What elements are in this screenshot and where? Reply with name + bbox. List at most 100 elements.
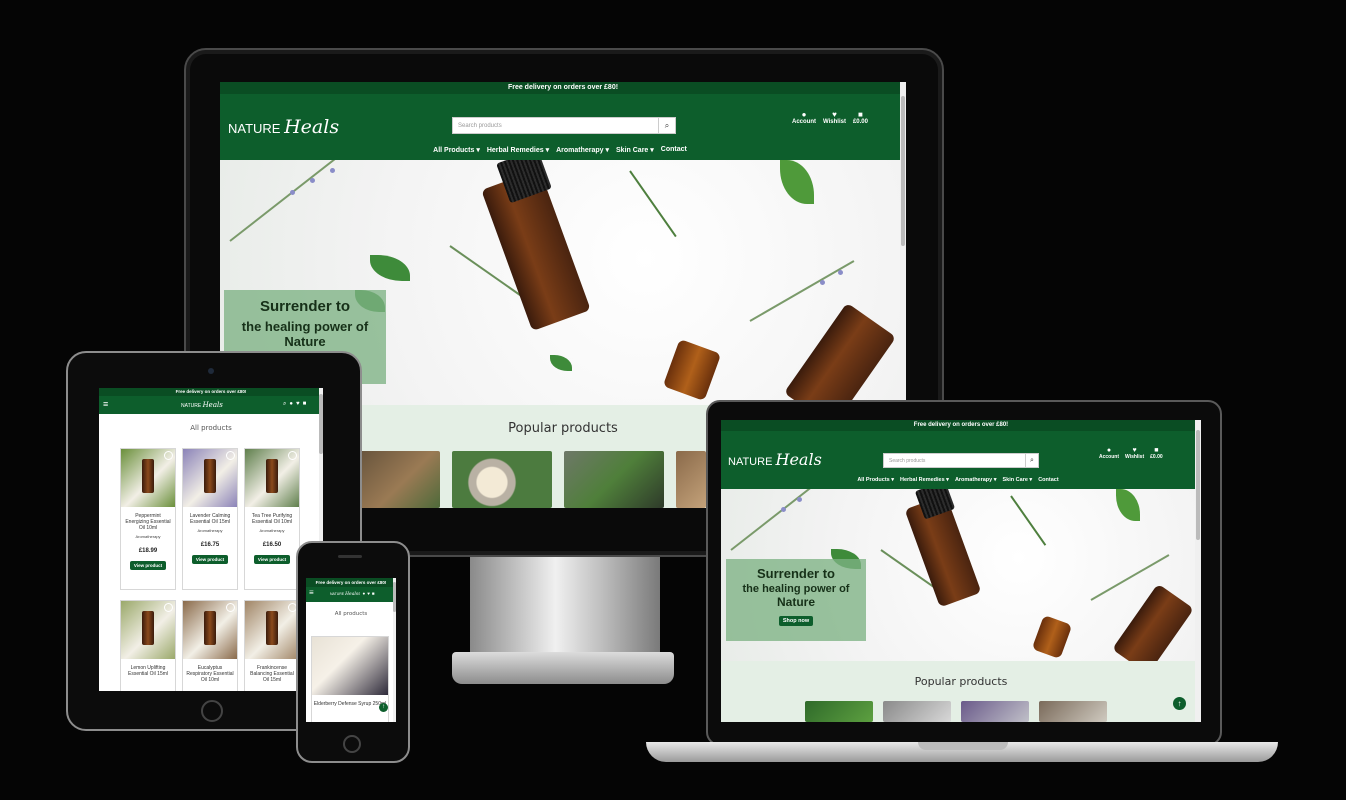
nav-skin-care[interactable]: Skin Care ▾ [616, 146, 654, 154]
heart-icon[interactable] [164, 451, 173, 460]
product-card[interactable]: Tea Tree Purifying Essential Oil 10ml Aro… [244, 448, 300, 590]
search-input[interactable]: Search products [453, 123, 658, 129]
nav-aromatherapy[interactable]: Aromatherapy ▾ [955, 477, 997, 483]
hero-section: Surrender to the healing power of Nature… [721, 489, 1201, 661]
product-card[interactable]: Peppermint Energizing Essential Oil 10ml… [120, 448, 176, 590]
product-card[interactable]: Lavender Calming Essential Oil 15ml Aroma… [182, 448, 238, 590]
bag-icon[interactable]: ■ [303, 401, 307, 408]
nav-skin-care[interactable]: Skin Care ▾ [1003, 477, 1033, 483]
small-amber-bottle [1031, 614, 1073, 660]
product-category: Aromatherapy [135, 534, 161, 539]
amber-bottle [783, 302, 897, 405]
wishlist-link[interactable]: ♥ Wishlist [823, 110, 846, 125]
search-icon[interactable]: ⌕ [283, 401, 286, 408]
user-icon[interactable]: ● [363, 591, 366, 596]
site-logo[interactable]: NATURE Heals [330, 592, 358, 597]
hero-line-1: Surrender to [259, 298, 350, 315]
product-thumb[interactable] [961, 701, 1029, 722]
product-thumb[interactable] [452, 451, 552, 508]
product-name: Elderberry Defense Syrup 250ml [313, 701, 387, 707]
arrow-up-icon[interactable]: ↑ [379, 703, 388, 712]
heart-icon[interactable] [226, 451, 235, 460]
tablet-camera [208, 368, 214, 374]
small-amber-bottle [662, 338, 722, 402]
user-icon[interactable]: ● [289, 401, 293, 408]
view-product-button[interactable]: View product [129, 561, 167, 570]
hamburger-icon[interactable]: ≡ [309, 588, 314, 597]
hamburger-icon[interactable]: ≡ [103, 399, 108, 409]
lavender-bud [290, 190, 295, 195]
search-bar[interactable]: Search products ⌕ [452, 117, 676, 134]
view-product-button[interactable]: View product [191, 555, 229, 564]
product-thumb[interactable] [1039, 701, 1107, 722]
product-card[interactable]: Elderberry Defense Syrup 250ml ↑ [311, 636, 389, 722]
nav-aromatherapy[interactable]: Aromatherapy ▾ [556, 146, 609, 154]
search-bar[interactable]: Search products ⌕ [883, 453, 1039, 468]
hero-line-1: Surrender to [756, 566, 835, 581]
bag-link[interactable]: ■ £0.00 [1150, 447, 1163, 460]
laptop-notch [918, 742, 1008, 750]
product-card[interactable]: Lemon Uplifting Essential Oil 15ml [120, 600, 176, 691]
lavender-bud [820, 280, 825, 285]
product-thumb[interactable] [676, 451, 706, 508]
main-nav: All Products ▾ Herbal Remedies ▾ Aromath… [220, 146, 900, 154]
product-image [183, 601, 237, 659]
user-icon: ● [1106, 447, 1112, 454]
wishlist-link[interactable]: ♥ Wishlist [1125, 447, 1144, 460]
logo-script: Heals [202, 401, 223, 409]
bag-icon[interactable]: ■ [372, 591, 375, 596]
heart-icon[interactable] [226, 603, 235, 612]
product-price: £18.99 [138, 548, 158, 554]
product-thumb[interactable] [564, 451, 664, 508]
arrow-up-icon[interactable]: ↑ [1173, 697, 1186, 710]
product-card[interactable]: Eucalyptus Respiratory Essential Oil 10m… [182, 600, 238, 691]
nav-contact[interactable]: Contact [661, 146, 687, 154]
product-category: Aromatherapy [197, 528, 223, 533]
product-thumb[interactable] [805, 701, 873, 722]
products-title: All products [190, 424, 232, 432]
site-logo[interactable]: NATURE Heals [228, 116, 339, 138]
delivery-banner: Free delivery on orders over £80! [99, 388, 323, 396]
heart-icon[interactable] [164, 603, 173, 612]
heart-icon[interactable]: ♥ [296, 401, 300, 408]
wishlist-label: Wishlist [1125, 454, 1145, 460]
account-link[interactable]: ● Account [1099, 447, 1119, 460]
search-input[interactable]: Search products [884, 458, 1025, 464]
bottle-shape [266, 611, 278, 645]
account-link[interactable]: ● Account [792, 110, 816, 125]
bag-link[interactable]: ■ £0.00 [853, 110, 868, 125]
product-name: Frankincense Balancing Essential Oil 15m… [250, 665, 294, 683]
popular-section: Popular products ↑ [721, 661, 1201, 722]
product-card[interactable]: Frankincense Balancing Essential Oil 15m… [244, 600, 300, 691]
site-header: NATURE Heals Search products ⌕ ● Account … [220, 94, 906, 160]
nav-all-products[interactable]: All Products ▾ [857, 477, 894, 483]
laptop-screen: Free delivery on orders over £80! NATURE… [721, 420, 1201, 722]
site-logo[interactable]: NATURE Heals [181, 401, 223, 409]
product-name: Tea Tree Purifying Essential Oil 10ml [251, 513, 293, 525]
site-logo[interactable]: NATURE Heals [728, 450, 822, 469]
search-icon[interactable]: ⌕ [658, 118, 675, 133]
product-category: Aromatherapy [259, 528, 285, 533]
shop-now-button[interactable]: Shop now [778, 616, 814, 626]
basil-leaf [1116, 489, 1140, 521]
search-icon[interactable]: ⌕ [1025, 454, 1038, 467]
product-price: £16.50 [262, 542, 282, 548]
search-icon[interactable]: ⌕ [358, 591, 361, 596]
heart-icon[interactable]: ♥ [367, 591, 370, 596]
nav-herbal-remedies[interactable]: Herbal Remedies ▾ [900, 477, 949, 483]
main-nav: All Products ▾ Herbal Remedies ▾ Aromath… [721, 477, 1195, 483]
nav-all-products[interactable]: All Products ▾ [433, 146, 480, 154]
product-thumb[interactable] [883, 701, 951, 722]
nav-contact[interactable]: Contact [1038, 477, 1058, 483]
nav-herbal-remedies[interactable]: Herbal Remedies ▾ [487, 146, 549, 154]
phone-scrollbar[interactable] [393, 578, 396, 722]
tablet-home-button [201, 700, 223, 722]
account-links: ● Account ♥ Wishlist ■ £0.00 [792, 110, 868, 125]
hero-line-3: Nature [284, 334, 326, 349]
view-product-button[interactable]: View product [253, 555, 291, 564]
rosemary-sprig [629, 170, 677, 238]
laptop-scrollbar[interactable] [1195, 420, 1201, 722]
heart-icon[interactable] [288, 451, 297, 460]
logo-prefix: NATURE [728, 456, 773, 468]
bottle-shape [142, 611, 154, 645]
